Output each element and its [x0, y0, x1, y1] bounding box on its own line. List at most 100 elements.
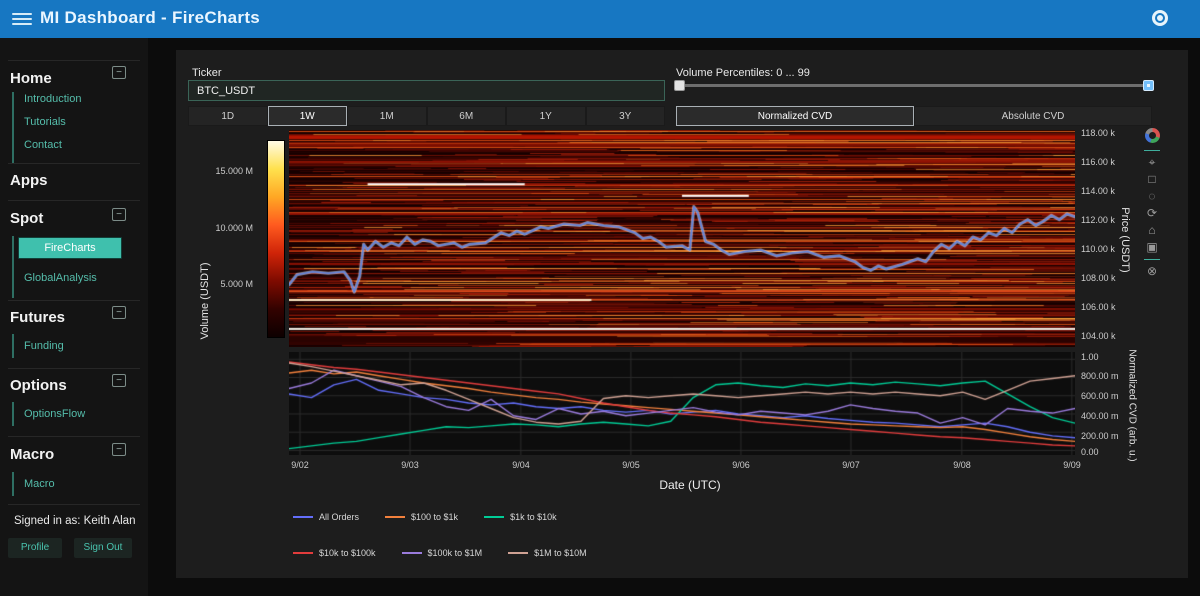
- legend-label: $1k to $10k: [510, 512, 557, 522]
- legend-swatch: [508, 552, 528, 554]
- date-tick: 9/04: [512, 460, 530, 470]
- price-tick: 110.00 k: [1081, 244, 1115, 254]
- timeframe-tabs: 1D 1W 1M 6M 1Y 3Y: [188, 106, 665, 126]
- price-axis-label: Price (USDT): [1119, 200, 1131, 280]
- legend-swatch: [293, 516, 313, 518]
- autoscale-icon[interactable]: ⟳: [1147, 205, 1157, 222]
- hamburger-menu-icon[interactable]: [12, 10, 32, 26]
- sidebar-section-spot: Spot: [10, 210, 43, 227]
- volume-tick: 10.000 M: [215, 223, 253, 233]
- legend-item-1m-10m[interactable]: $1M to $10M: [508, 548, 587, 558]
- box-zoom-icon[interactable]: □: [1148, 171, 1155, 188]
- volume-colorbar: [267, 140, 285, 338]
- sidebar-section-futures: Futures: [10, 309, 65, 326]
- collapse-spot-icon[interactable]: −: [112, 208, 126, 221]
- group-accent-line: [12, 334, 14, 358]
- pan-icon[interactable]: ⌖: [1149, 154, 1156, 171]
- price-tick: 118.00 k: [1081, 128, 1115, 138]
- sidebar: Home − Introduction Tutorials Contact Ap…: [0, 38, 148, 596]
- collapse-macro-icon[interactable]: −: [112, 443, 126, 456]
- signed-in-text: Signed in as: Keith Alan: [14, 515, 135, 527]
- sidebar-item-firecharts[interactable]: FireCharts: [18, 237, 122, 259]
- lasso-select-icon[interactable]: ◌: [1148, 188, 1155, 205]
- tab-3y[interactable]: 3Y: [586, 106, 666, 126]
- cvd-tick: 600.00 m: [1081, 391, 1119, 401]
- group-accent-line: [12, 92, 14, 164]
- date-tick: 9/09: [1063, 460, 1081, 470]
- tab-normalized-cvd[interactable]: Normalized CVD: [676, 106, 914, 126]
- volume-axis-label: Volume (USDT): [199, 256, 211, 346]
- sidebar-item-funding[interactable]: Funding: [24, 340, 64, 352]
- sidebar-item-optionsflow[interactable]: OptionsFlow: [24, 408, 85, 420]
- cvd-line-chart-canvas[interactable]: [289, 352, 1075, 455]
- sidebar-section-macro: Macro: [10, 446, 54, 463]
- sidebar-heading-apps: Apps: [10, 172, 48, 189]
- legend-label: All Orders: [319, 512, 359, 522]
- divider: [8, 504, 140, 505]
- price-tick: 114.00 k: [1081, 186, 1115, 196]
- legend-label: $100k to $1M: [428, 548, 483, 558]
- sidebar-item-macro[interactable]: Macro: [24, 478, 55, 490]
- tab-6m[interactable]: 6M: [427, 106, 507, 126]
- group-accent-line: [12, 472, 14, 496]
- legend-row-1: All Orders $100 to $1k $1k to $10k: [293, 512, 557, 522]
- cvd-tick: 1.00: [1081, 352, 1099, 362]
- legend-swatch: [484, 516, 504, 518]
- sidebar-section-home: Home: [10, 70, 52, 87]
- group-accent-line: [12, 402, 14, 426]
- sidebar-item-introduction[interactable]: Introduction: [24, 93, 81, 105]
- legend-label: $1M to $10M: [534, 548, 587, 558]
- collapse-futures-icon[interactable]: −: [112, 306, 126, 319]
- ticker-input[interactable]: [188, 80, 665, 101]
- page-title: MI Dashboard - FireCharts: [40, 8, 260, 28]
- slider-handle-max[interactable]: [1143, 80, 1154, 91]
- sidebar-item-tutorials[interactable]: Tutorials: [24, 116, 66, 128]
- legend-item-1k-10k[interactable]: $1k to $10k: [484, 512, 557, 522]
- legend-item-100k-1m[interactable]: $100k to $1M: [402, 548, 483, 558]
- volume-tick: 5.000 M: [220, 279, 253, 289]
- volume-percentile-slider[interactable]: [676, 84, 1152, 87]
- legend-swatch: [402, 552, 422, 554]
- sidebar-item-globalanalysis[interactable]: GlobalAnalysis: [24, 272, 97, 284]
- close-icon[interactable]: ⊗: [1147, 263, 1157, 280]
- sidebar-item-contact[interactable]: Contact: [24, 139, 62, 151]
- legend-label: $100 to $1k: [411, 512, 458, 522]
- divider: [8, 436, 140, 437]
- legend-item-100-1k[interactable]: $100 to $1k: [385, 512, 458, 522]
- price-tick: 104.00 k: [1081, 331, 1116, 341]
- date-tick: 9/02: [291, 460, 309, 470]
- modebar-separator: [1144, 150, 1160, 151]
- profile-button[interactable]: Profile: [8, 538, 62, 558]
- tab-1m[interactable]: 1M: [347, 106, 427, 126]
- toggle-spikelines-icon[interactable]: ▣: [1146, 239, 1157, 256]
- divider: [8, 60, 140, 61]
- group-accent-line: [12, 236, 14, 298]
- legend-swatch: [385, 516, 405, 518]
- firechart-heatmap-canvas[interactable]: [289, 130, 1075, 347]
- tab-absolute-cvd[interactable]: Absolute CVD: [914, 106, 1152, 126]
- price-tick: 112.00 k: [1081, 215, 1115, 225]
- tab-1d[interactable]: 1D: [188, 106, 268, 126]
- plotly-logo-icon[interactable]: [1145, 128, 1160, 143]
- collapse-options-icon[interactable]: −: [112, 374, 126, 387]
- divider: [8, 163, 140, 164]
- date-tick: 9/05: [622, 460, 640, 470]
- plot-modebar: ⌖ □ ◌ ⟳ ⌂ ▣ ⊗: [1141, 128, 1163, 280]
- slider-handle-min[interactable]: [674, 80, 685, 91]
- legend-item-10k-100k[interactable]: $10k to $100k: [293, 548, 376, 558]
- status-ring-icon: [1152, 10, 1168, 26]
- tab-1y[interactable]: 1Y: [506, 106, 586, 126]
- header-bar: MI Dashboard - FireCharts: [0, 0, 1200, 38]
- legend-item-all-orders[interactable]: All Orders: [293, 512, 359, 522]
- collapse-home-icon[interactable]: −: [112, 66, 126, 79]
- divider: [8, 300, 140, 301]
- reset-axes-icon[interactable]: ⌂: [1148, 222, 1155, 239]
- tab-1w[interactable]: 1W: [268, 106, 348, 126]
- sign-out-button[interactable]: Sign Out: [74, 538, 132, 558]
- volume-tick: 15.000 M: [215, 166, 253, 176]
- legend-row-2: $10k to $100k $100k to $1M $1M to $10M: [293, 548, 587, 558]
- app-root: MI Dashboard - FireCharts Home − Introdu…: [0, 0, 1200, 596]
- ticker-label: Ticker: [192, 67, 222, 79]
- price-tick: 116.00 k: [1081, 157, 1115, 167]
- price-tick: 106.00 k: [1081, 302, 1116, 312]
